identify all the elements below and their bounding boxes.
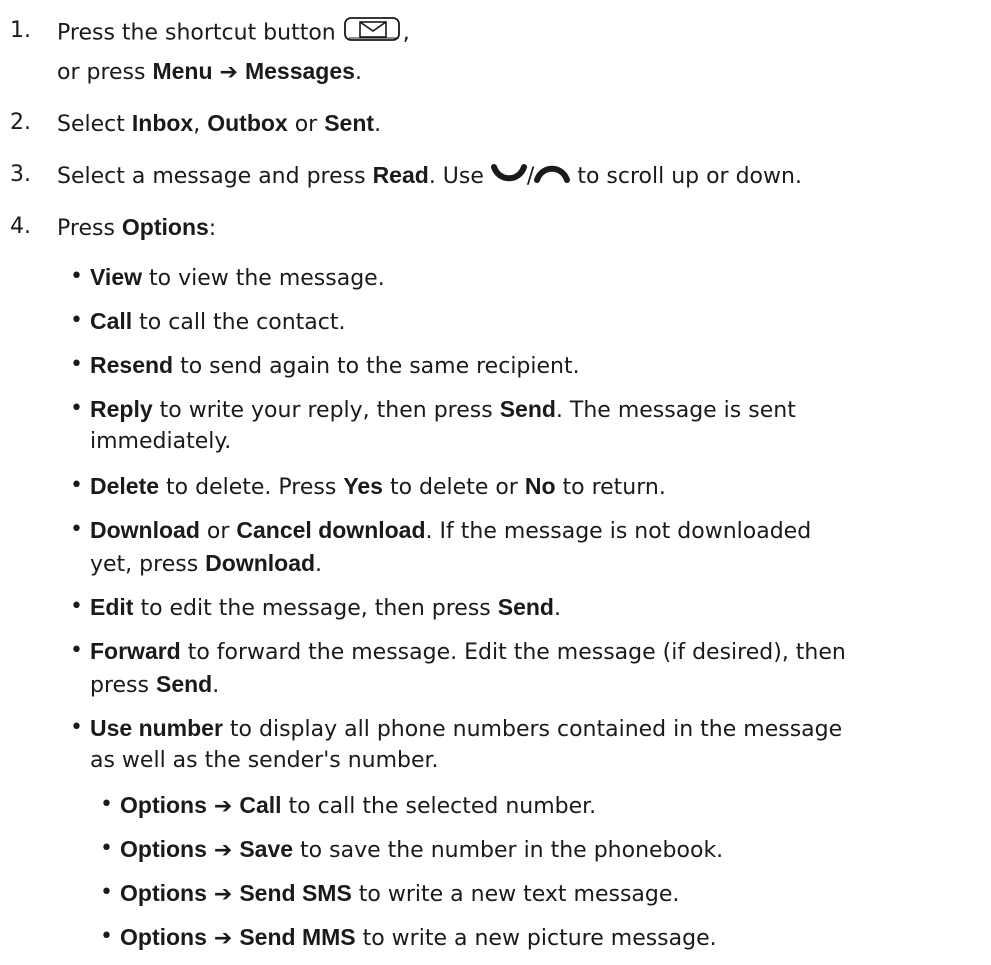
- bullet: •: [70, 517, 83, 542]
- bullet: •: [70, 473, 83, 498]
- instruction-document: 1. Press the shortcut button , or press …: [10, 16, 846, 951]
- step-text: Press Options:: [57, 214, 217, 241]
- step-number: 2.: [10, 110, 31, 135]
- step-number: 1.: [10, 18, 31, 43]
- bullet: •: [70, 715, 83, 740]
- step-number: 3.: [10, 162, 31, 187]
- arrow-right-icon: ➔: [213, 794, 233, 819]
- step-text: Press the shortcut button ,: [57, 16, 410, 51]
- scroll-up-key-icon: [534, 162, 571, 193]
- bullet: •: [70, 396, 83, 421]
- arrow-right-icon: ➔: [213, 838, 233, 863]
- bullet: •: [70, 638, 83, 663]
- bullet: •: [70, 352, 83, 377]
- step-number: 4.: [10, 214, 31, 239]
- arrow-right-icon: ➔: [213, 882, 233, 907]
- bullet: •: [100, 792, 113, 817]
- arrow-right-icon: ➔: [219, 60, 238, 85]
- bullet: •: [100, 836, 113, 861]
- envelope-key-icon: [343, 16, 403, 51]
- bullet: •: [100, 924, 113, 949]
- bullet: •: [70, 308, 83, 333]
- step-text: or press Menu ➔ Messages.: [57, 58, 362, 85]
- step-text: Select Inbox, Outbox or Sent.: [57, 110, 382, 137]
- bullet: •: [100, 880, 113, 905]
- bullet: •: [70, 264, 83, 289]
- step-text: Select a message and press Read. Use / t…: [57, 160, 802, 193]
- arrow-right-icon: ➔: [213, 926, 233, 951]
- bullet: •: [70, 594, 83, 619]
- scroll-down-key-icon: [490, 162, 527, 193]
